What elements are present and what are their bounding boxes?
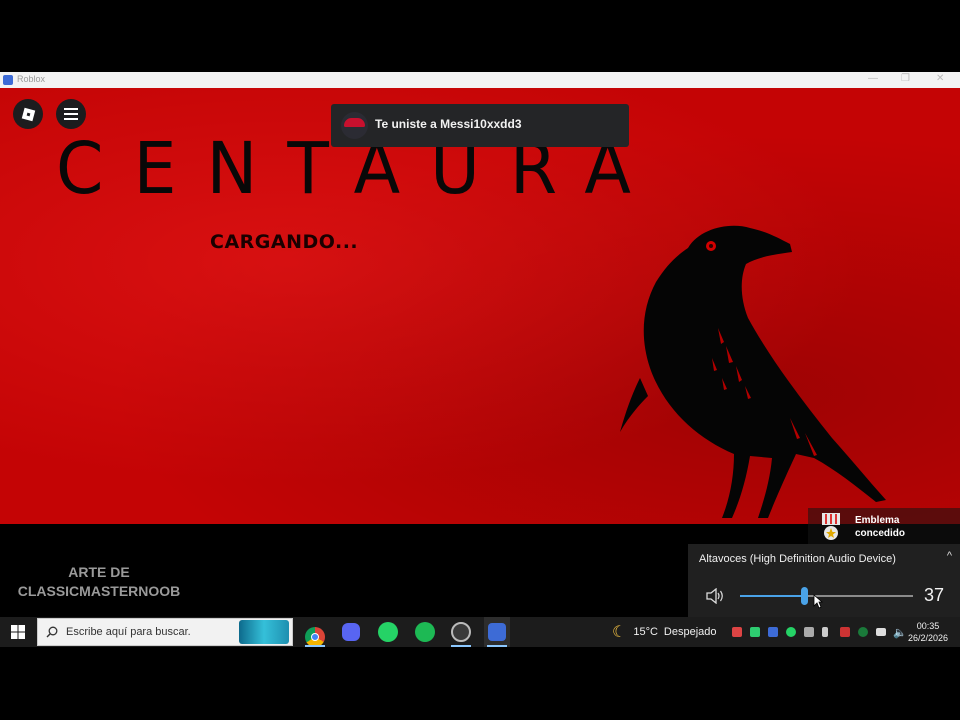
avatar-icon (341, 112, 368, 139)
roblox-menu-button[interactable] (13, 99, 43, 129)
tray-icon-7[interactable] (840, 627, 850, 637)
roblox-logo-icon (21, 107, 35, 121)
volume-slider-fill (740, 595, 804, 597)
tray-icon-2[interactable] (750, 627, 760, 637)
credit-line1: ARTE DE (68, 564, 130, 580)
badge-line1: Emblema (855, 515, 900, 526)
taskbar-app-discord[interactable] (338, 617, 364, 647)
restore-button[interactable]: ❐ (901, 73, 910, 84)
discord-icon (342, 623, 360, 641)
badge-notification: Emblema concedido (808, 508, 960, 544)
start-button[interactable] (0, 617, 36, 647)
roblox-app-icon (3, 75, 13, 85)
moon-icon: ☾ (612, 624, 627, 641)
tray-roblox-icon[interactable] (768, 627, 778, 637)
taskbar-app-roblox[interactable] (484, 617, 510, 647)
volume-slider[interactable] (740, 587, 913, 605)
volume-slider-thumb[interactable] (801, 587, 808, 605)
weather-temperature: 15°C (633, 626, 658, 638)
window-title: Roblox (17, 74, 46, 84)
game-viewport[interactable]: CENTAURA CARGANDO... Te uniste a Messi10… (0, 88, 960, 524)
taskbar-weather[interactable]: ☾ 15°C Despejado (612, 617, 717, 647)
tray-icon-1[interactable] (732, 627, 742, 637)
network-icon[interactable] (876, 628, 886, 636)
notification-message: Te uniste a Messi10xxdd3 (375, 117, 522, 131)
windows-logo-icon (11, 625, 25, 639)
taskbar-app-obs[interactable] (448, 617, 474, 647)
taskbar-app-chrome[interactable] (302, 617, 328, 647)
medal-icon (822, 513, 840, 540)
speaker-icon[interactable] (705, 588, 725, 604)
volume-value: 37 (923, 585, 944, 605)
clock-time: 00:35 (916, 621, 940, 631)
chrome-icon (305, 627, 325, 647)
collapse-chevron-icon[interactable]: ^ (947, 550, 952, 562)
taskbar-clock[interactable]: 00:35 26/2/2026 (908, 620, 948, 644)
windows-taskbar: Escribe aquí para buscar. ☾ 15°C Despeja… (0, 617, 960, 647)
tray-whatsapp-icon[interactable] (786, 627, 796, 637)
taskbar-app-whatsapp[interactable] (375, 617, 401, 647)
search-highlight-image (239, 620, 289, 644)
audio-device-name[interactable]: Altavoces (High Definition Audio Device) (699, 553, 896, 565)
search-icon (46, 626, 58, 638)
whatsapp-icon (378, 622, 398, 642)
obs-icon (451, 622, 471, 642)
tray-icon-5[interactable] (804, 627, 814, 637)
loading-text: CARGANDO... (210, 231, 359, 253)
art-credit: ARTE DE CLASSICMASTERNOOB (0, 563, 198, 601)
taskbar-search[interactable]: Escribe aquí para buscar. (37, 618, 293, 646)
microphone-icon[interactable] (822, 627, 828, 637)
volume-tray-icon[interactable]: 🔈 (893, 626, 907, 639)
window-titlebar: Roblox — ❐ ✕ (0, 72, 960, 88)
clock-date: 26/2/2026 (908, 633, 949, 643)
tray-icon-8[interactable] (858, 627, 868, 637)
hamburger-menu-icon (64, 105, 78, 123)
volume-flyout: Altavoces (High Definition Audio Device)… (688, 544, 960, 617)
badge-line2: concedido (855, 528, 906, 539)
minimize-button[interactable]: — (868, 73, 878, 84)
taskbar-app-spotify[interactable] (412, 617, 438, 647)
search-input[interactable]: Escribe aquí para buscar. (66, 626, 191, 638)
join-notification: Te uniste a Messi10xxdd3 (331, 104, 629, 147)
close-button[interactable]: ✕ (936, 73, 944, 84)
mouse-cursor-icon (813, 594, 823, 609)
spotify-icon (415, 622, 435, 642)
hamburger-menu-button[interactable] (56, 99, 86, 129)
roblox-icon (488, 623, 506, 641)
crow-illustration (620, 225, 886, 518)
weather-condition: Despejado (663, 626, 717, 638)
credit-line2: CLASSICMASTERNOOB (17, 583, 181, 599)
